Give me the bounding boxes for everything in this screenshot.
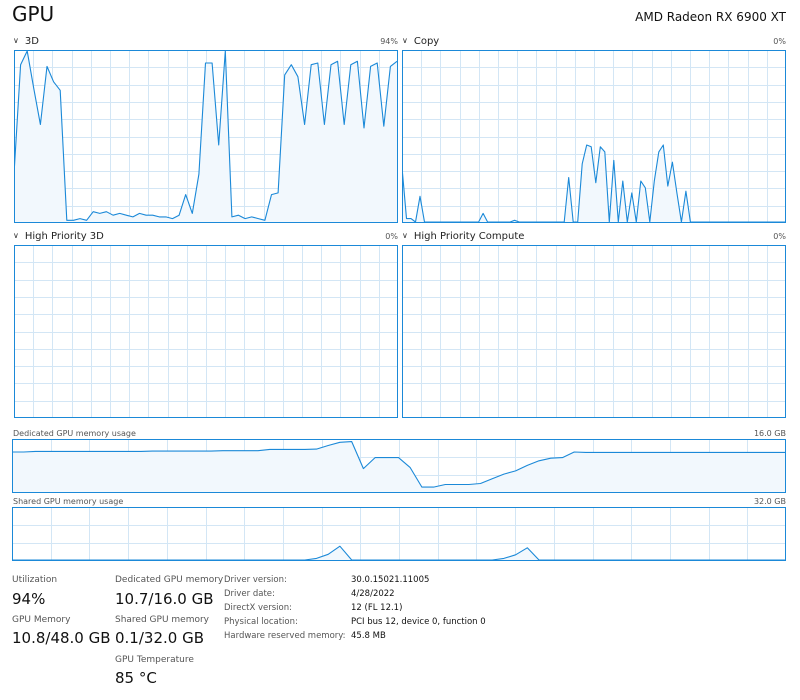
hardware-reserved-memory-label: Hardware reserved memory: [224, 631, 346, 641]
shared-memory-value: 0.1/32.0 GB [115, 629, 204, 647]
engine-label: High Priority Compute [413, 231, 525, 242]
engine-label: Copy [413, 36, 440, 47]
driver-date-label: Driver date: [224, 589, 275, 599]
gpu-device-name: AMD Radeon RX 6900 XT [635, 10, 786, 24]
gpu-memory-value: 10.8/48.0 GB [12, 629, 111, 647]
gpu-memory-label: GPU Memory [12, 615, 71, 625]
engine-value: 0% [385, 232, 398, 241]
chevron-down-icon: ∨ [13, 231, 19, 240]
physical-location-label: Physical location: [224, 617, 298, 627]
hardware-reserved-memory-value: 45.8 MB [351, 631, 386, 641]
shared-memory-graph-max: 32.0 GB [753, 497, 786, 506]
directx-version-value: 12 (FL 12.1) [351, 603, 403, 613]
dedicated-memory-graph [12, 439, 786, 493]
dedicated-memory-graph-max: 16.0 GB [753, 429, 786, 438]
shared-memory-graph-label: Shared GPU memory usage [13, 497, 124, 506]
driver-version-label: Driver version: [224, 575, 287, 585]
physical-location-value: PCI bus 12, device 0, function 0 [351, 617, 486, 627]
engine-graph-3d [14, 50, 398, 223]
engine-label: 3D [24, 36, 39, 47]
page-title: GPU [12, 2, 55, 26]
utilization-value: 94% [12, 590, 46, 608]
engine-graph-high-priority-3d [14, 245, 398, 418]
engine-graph-high-priority-compute [402, 245, 786, 418]
engine-label: High Priority 3D [24, 231, 104, 242]
engine-selector-high-priority-compute[interactable]: ∨ High Priority Compute [402, 231, 524, 242]
shared-memory-graph [12, 507, 786, 561]
gpu-temperature-value: 85 °C [115, 669, 157, 687]
dedicated-memory-graph-label: Dedicated GPU memory usage [13, 429, 136, 438]
engine-selector-3d[interactable]: ∨ 3D [13, 36, 39, 47]
shared-memory-label: Shared GPU memory [115, 615, 209, 625]
gpu-temperature-label: GPU Temperature [115, 655, 194, 665]
engine-value: 94% [380, 37, 398, 46]
directx-version-label: DirectX version: [224, 603, 292, 613]
engine-selector-high-priority-3d[interactable]: ∨ High Priority 3D [13, 231, 104, 242]
engine-selector-copy[interactable]: ∨ Copy [402, 36, 439, 47]
engine-graph-copy [402, 50, 786, 223]
dedicated-memory-label: Dedicated GPU memory [115, 575, 224, 585]
chevron-down-icon: ∨ [402, 36, 408, 45]
utilization-label: Utilization [12, 575, 58, 585]
chevron-down-icon: ∨ [13, 36, 19, 45]
engine-value: 0% [773, 37, 786, 46]
driver-version-value: 30.0.15021.11005 [351, 575, 430, 585]
dedicated-memory-value: 10.7/16.0 GB [115, 590, 214, 608]
chevron-down-icon: ∨ [402, 231, 408, 240]
engine-value: 0% [773, 232, 786, 241]
driver-date-value: 4/28/2022 [351, 589, 395, 599]
